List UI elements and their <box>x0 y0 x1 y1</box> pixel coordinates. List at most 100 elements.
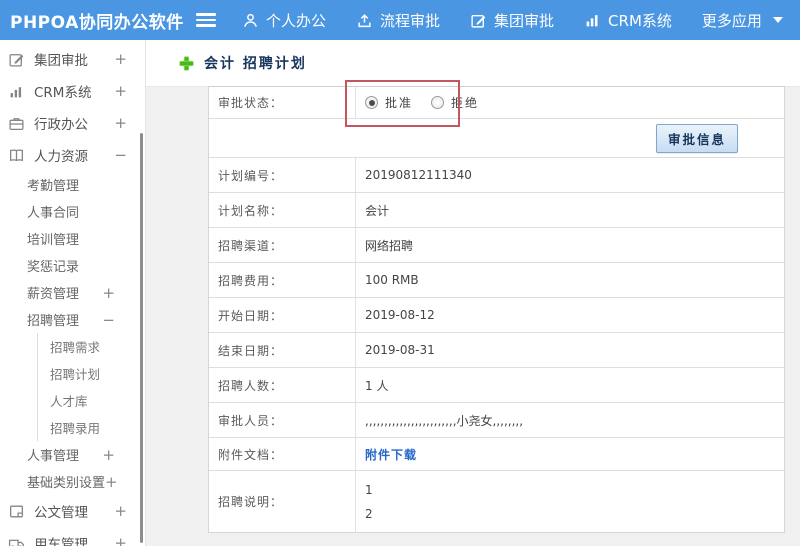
sidebar-item-admin-office[interactable]: 行政办公 + <box>0 107 145 139</box>
recruitment-submenu: 招聘需求 招聘计划 人才库 招聘录用 <box>37 333 145 441</box>
collapse-toggle[interactable]: − <box>102 311 115 329</box>
field-label: 附件文档： <box>209 438 356 470</box>
expand-toggle[interactable]: + <box>114 114 127 132</box>
app-window: PHPOA协同办公软件 个人办公 流程审批 集团审批 CRM系统 更多应用 集团… <box>0 0 800 546</box>
edit-square-icon <box>470 12 487 29</box>
bar-chart-icon <box>8 83 25 100</box>
description-line: 1 <box>365 482 373 497</box>
sidebar-item-training[interactable]: 培训管理 <box>0 225 145 252</box>
top-nav: 个人办公 流程审批 集团审批 CRM系统 更多应用 <box>242 10 783 31</box>
sidebar-item-recruit-plan[interactable]: 招聘计划 <box>38 360 145 387</box>
sidebar-item-attendance[interactable]: 考勤管理 <box>0 171 145 198</box>
table-row-plan-number: 计划编号： 20190812111340 <box>209 158 784 193</box>
nav-label: 集团审批 <box>494 11 555 30</box>
sidebar-item-label: 行政办公 <box>34 117 88 133</box>
table-row-start-date: 开始日期： 2019-08-12 <box>209 298 784 333</box>
document-icon <box>8 503 25 520</box>
field-value: 网络招聘 <box>365 238 414 253</box>
field-value: ,,,,,,,,,,,,,,,,,,,,,,,,小尧女,,,,,,,, <box>365 413 524 428</box>
nav-label: 流程审批 <box>380 11 441 30</box>
radio-reject-label: 拒绝 <box>451 96 480 110</box>
nav-personal-office[interactable]: 个人办公 <box>242 10 326 31</box>
menu-toggle-icon[interactable] <box>196 13 216 27</box>
attachment-download-link[interactable]: 附件下载 <box>365 446 417 463</box>
sidebar-item-salary[interactable]: 薪资管理 + <box>0 279 145 306</box>
status-radio-group: 批准 拒绝 <box>356 87 784 118</box>
field-label: 审批状态： <box>209 87 356 118</box>
main-content: 会计 招聘计划 审批状态： 批准 拒绝 审批信息 计划编号： 201908121… <box>146 40 800 546</box>
field-label: 招聘渠道： <box>209 228 356 262</box>
nav-label: CRM系统 <box>608 11 672 30</box>
sidebar-item-vehicle-mgmt[interactable]: 用车管理 + <box>0 527 145 546</box>
table-row-cost: 招聘费用： 100 RMB <box>209 263 784 298</box>
nav-group-approval[interactable]: 集团审批 <box>470 10 554 31</box>
add-plus-icon <box>179 55 194 71</box>
sidebar-item-recruitment[interactable]: 招聘管理 − <box>0 306 145 333</box>
sidebar-item-base-category[interactable]: 基础类别设置 + <box>0 468 145 495</box>
radio-approve[interactable] <box>365 96 378 109</box>
field-value: 2019-08-31 <box>365 343 435 357</box>
expand-toggle[interactable]: + <box>114 82 127 100</box>
page-title: 会计 招聘计划 <box>204 56 307 72</box>
nav-workflow-approval[interactable]: 流程审批 <box>356 10 440 31</box>
sidebar-item-rewards[interactable]: 奖惩记录 <box>0 252 145 279</box>
bar-chart-icon <box>584 12 601 29</box>
field-value: 会计 <box>365 203 390 218</box>
sidebar-item-label: 公文管理 <box>34 505 88 521</box>
nav-label: 个人办公 <box>266 11 327 30</box>
sidebar-item-recruit-demand[interactable]: 招聘需求 <box>38 333 145 360</box>
book-icon <box>8 147 25 164</box>
sidebar-item-talent-pool[interactable]: 人才库 <box>38 387 145 414</box>
topbar: PHPOA协同办公软件 个人办公 流程审批 集团审批 CRM系统 更多应用 <box>0 0 800 40</box>
expand-toggle[interactable]: + <box>102 446 115 464</box>
table-row-attachment: 附件文档： 附件下载 <box>209 438 784 471</box>
sidebar-item-label: 集团审批 <box>34 53 88 69</box>
radio-reject[interactable] <box>431 96 445 109</box>
sidebar-item-recruit-hiring[interactable]: 招聘录用 <box>38 414 145 441</box>
field-label: 开始日期： <box>209 298 356 332</box>
table-row-end-date: 结束日期： 2019-08-31 <box>209 333 784 368</box>
field-label: 招聘费用： <box>209 263 356 297</box>
sidebar-item-personnel[interactable]: 人事管理 + <box>0 441 145 468</box>
sidebar-item-hr-contract[interactable]: 人事合同 <box>0 198 145 225</box>
collapse-toggle[interactable]: − <box>114 146 127 164</box>
description-line: 2 <box>365 506 373 521</box>
sidebar-item-label: 用车管理 <box>34 537 88 546</box>
table-row-headcount: 招聘人数： 1 人 <box>209 368 784 403</box>
table-row-description: 招聘说明： 1 2 <box>209 471 784 532</box>
approval-info-button[interactable]: 审批信息 <box>655 123 738 153</box>
nav-crm-system[interactable]: CRM系统 <box>584 10 672 31</box>
sidebar-item-label: 人力资源 <box>34 149 88 165</box>
truck-icon <box>8 535 25 546</box>
sidebar-item-group-approval[interactable]: 集团审批 + <box>0 43 145 75</box>
nav-label: 更多应用 <box>701 11 762 30</box>
expand-toggle[interactable]: + <box>114 534 127 546</box>
table-row-approvers: 审批人员： ,,,,,,,,,,,,,,,,,,,,,,,,小尧女,,,,,,,… <box>209 403 784 438</box>
briefcase-icon <box>8 115 25 132</box>
expand-toggle[interactable]: + <box>105 473 118 491</box>
expand-toggle[interactable]: + <box>102 284 115 302</box>
expand-toggle[interactable]: + <box>114 50 127 68</box>
sidebar: 集团审批 + CRM系统 + 行政办公 + 人力资源 − 考勤管理 人事合同 培… <box>0 40 146 546</box>
edit-square-icon <box>8 51 25 68</box>
approval-form-table: 审批状态： 批准 拒绝 审批信息 计划编号： 20190812111340 计划… <box>208 86 785 533</box>
field-label: 结束日期： <box>209 333 356 367</box>
sidebar-item-document-mgmt[interactable]: 公文管理 + <box>0 495 145 527</box>
nav-more-apps[interactable]: 更多应用 <box>702 10 783 31</box>
field-label: 计划名称： <box>209 193 356 227</box>
field-label: 计划编号： <box>209 158 356 192</box>
sidebar-item-label: CRM系统 <box>34 85 92 101</box>
app-logo[interactable]: PHPOA协同办公软件 <box>0 8 196 33</box>
sidebar-item-human-resources[interactable]: 人力资源 − <box>0 139 145 171</box>
radio-approve-label: 批准 <box>385 96 414 110</box>
field-value: 20190812111340 <box>365 168 472 182</box>
field-label: 招聘人数： <box>209 368 356 402</box>
expand-toggle[interactable]: + <box>114 502 127 520</box>
sidebar-item-crm[interactable]: CRM系统 + <box>0 75 145 107</box>
status-row: 审批状态： 批准 拒绝 <box>209 87 784 119</box>
button-row: 审批信息 <box>209 119 784 158</box>
caret-down-icon <box>772 17 783 23</box>
field-value: 2019-08-12 <box>365 308 435 322</box>
sidebar-scrollbar[interactable] <box>140 133 143 543</box>
table-row-channel: 招聘渠道： 网络招聘 <box>209 228 784 263</box>
